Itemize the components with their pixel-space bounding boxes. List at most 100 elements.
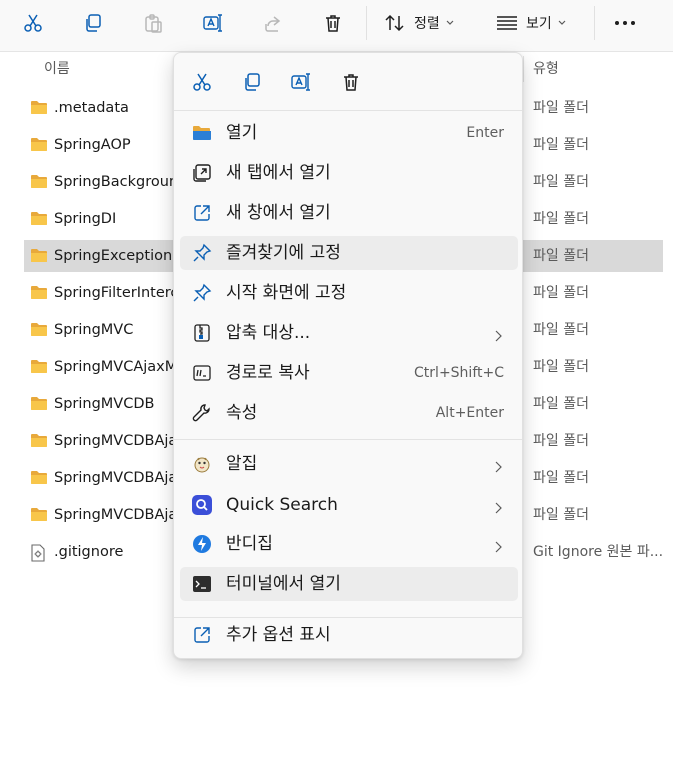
folder-icon xyxy=(30,211,48,230)
new-tab-icon xyxy=(192,163,212,183)
file-name: SpringMVCDBAjax2 xyxy=(54,470,174,486)
scissors-icon xyxy=(193,73,211,91)
menu-divider xyxy=(174,110,522,111)
file-name: SpringFilterInterceptor xyxy=(54,285,174,301)
sort-button[interactable]: 정렬 xyxy=(384,8,470,38)
file-name: SpringDI xyxy=(54,211,117,227)
file-name: SpringMVCDB xyxy=(54,396,155,412)
file-type: 파일 폴더 xyxy=(533,285,589,301)
menu-item[interactable]: 압축 대상... xyxy=(180,316,518,350)
menu-item-label: 시작 화면에 고정 xyxy=(226,283,347,303)
view-button[interactable]: 보기 xyxy=(496,8,580,38)
column-header-type[interactable]: 유형 xyxy=(533,52,559,86)
pin-icon xyxy=(192,243,212,263)
file-name: SpringMVCDBAjax xyxy=(54,433,174,449)
share-button[interactable] xyxy=(258,8,288,38)
rename-icon xyxy=(203,14,222,32)
file-type: 파일 폴더 xyxy=(533,396,589,412)
menu-copy-button[interactable] xyxy=(237,67,267,97)
menu-item-label: 새 탭에서 열기 xyxy=(226,163,331,183)
file-type: 파일 폴더 xyxy=(533,507,589,523)
menu-delete-button[interactable] xyxy=(336,67,366,97)
folder-icon xyxy=(30,137,48,156)
trash-icon xyxy=(344,74,358,91)
menu-item[interactable]: 속성 Alt+Enter xyxy=(180,396,518,430)
menu-item[interactable]: Quick Search xyxy=(180,488,518,522)
folder-icon xyxy=(30,470,48,489)
menu-item-label: 터미널에서 열기 xyxy=(226,574,341,594)
menu-item[interactable]: 반디집 xyxy=(180,527,518,561)
folder-icon xyxy=(30,507,48,526)
folder-icon xyxy=(30,433,48,452)
menu-item[interactable]: 알집 xyxy=(180,447,518,481)
file-name: SpringMVC xyxy=(54,322,134,338)
menu-item[interactable]: 추가 옵션 표시 xyxy=(180,618,518,652)
folder-icon xyxy=(30,100,48,119)
context-menu: 열기 Enter 새 탭에서 열기새 창에서 열기즐겨찾기에 고정시작 화면에 고정… xyxy=(173,52,523,659)
delete-button[interactable] xyxy=(318,8,348,38)
copy-icon xyxy=(245,73,260,91)
chevron-right-icon xyxy=(495,458,502,477)
share-icon xyxy=(265,16,281,32)
menu-item[interactable]: 새 창에서 열기 xyxy=(180,196,518,230)
menu-item[interactable]: 터미널에서 열기 xyxy=(180,567,518,601)
toolbar-divider xyxy=(366,6,367,40)
cut-button[interactable] xyxy=(18,8,48,38)
folder-icon xyxy=(30,174,48,193)
copy-path-icon xyxy=(192,363,212,383)
menu-item-label: 경로로 복사 xyxy=(226,363,310,383)
menu-item-label: 알집 xyxy=(226,454,258,474)
menu-item-label: 추가 옵션 표시 xyxy=(226,625,331,645)
shortcut-key: Alt+Enter xyxy=(435,405,504,421)
open-folder-icon xyxy=(192,123,212,143)
file-type: 파일 폴더 xyxy=(533,137,589,153)
folder-icon xyxy=(30,396,48,415)
wrench-icon xyxy=(192,403,212,423)
menu-item-label: 속성 xyxy=(226,403,258,423)
file-type: 파일 폴더 xyxy=(533,359,589,375)
gear-file-icon xyxy=(30,544,46,566)
menu-item-label: Quick Search xyxy=(226,495,338,515)
copy-icon xyxy=(86,14,101,32)
copy-button[interactable] xyxy=(78,8,108,38)
chevron-right-icon xyxy=(495,327,502,346)
menu-item-label: 반디집 xyxy=(226,534,273,554)
folder-icon xyxy=(30,285,48,304)
folder-icon xyxy=(30,359,48,378)
menu-item[interactable]: 경로로 복사 Ctrl+Shift+C xyxy=(180,356,518,390)
rename-button[interactable] xyxy=(198,8,228,38)
menu-item[interactable]: 새 탭에서 열기 xyxy=(180,156,518,190)
file-type: 파일 폴더 xyxy=(533,433,589,449)
menu-divider xyxy=(174,439,522,440)
shortcut-key: Ctrl+Shift+C xyxy=(414,365,504,381)
folder-icon xyxy=(30,322,48,341)
column-header-name[interactable]: 이름 xyxy=(44,52,70,86)
file-name: .metadata xyxy=(54,100,129,116)
file-name: .gitignore xyxy=(54,544,124,560)
column-divider xyxy=(523,56,524,82)
folder-icon xyxy=(30,248,48,267)
menu-item[interactable]: 시작 화면에 고정 xyxy=(180,276,518,310)
file-name: SpringMVCAjaxMap xyxy=(54,359,174,375)
menu-cut-button[interactable] xyxy=(187,67,217,97)
new-window-icon xyxy=(192,203,212,223)
menu-item[interactable]: 즐겨찾기에 고정 xyxy=(180,236,518,270)
file-type: 파일 폴더 xyxy=(533,174,589,190)
see-more-button[interactable] xyxy=(608,8,642,38)
menu-rename-button[interactable] xyxy=(286,67,316,97)
file-type: 파일 폴더 xyxy=(533,470,589,486)
menu-item-label: 압축 대상... xyxy=(226,323,311,343)
chevron-down-icon xyxy=(558,20,566,25)
file-type: 파일 폴더 xyxy=(533,100,589,116)
file-name: SpringBackground xyxy=(54,174,174,190)
paste-button[interactable] xyxy=(138,8,168,38)
view-label: 보기 xyxy=(526,16,552,32)
alzip-icon xyxy=(192,454,212,474)
pin-icon xyxy=(192,283,212,303)
file-name: SpringMVCDBAjax3 xyxy=(54,507,174,523)
file-name: SpringAOP xyxy=(54,137,131,153)
menu-item[interactable]: 열기 Enter xyxy=(180,116,518,150)
chevron-down-icon xyxy=(446,20,454,25)
rename-icon xyxy=(291,73,310,91)
view-list-icon xyxy=(497,16,517,30)
